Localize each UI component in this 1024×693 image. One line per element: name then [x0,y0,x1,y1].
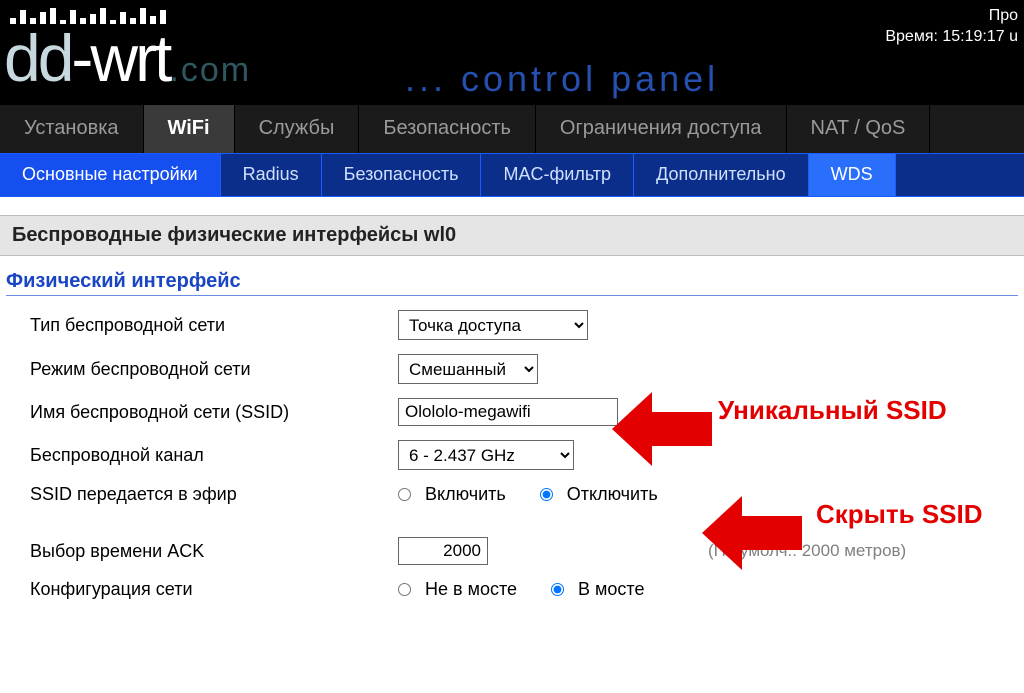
subtab-security[interactable]: Безопасность [322,154,482,196]
header-status: Про Время: 15:19:17 u [885,6,1018,48]
logo-com: .com [169,51,251,89]
status-time: Время: 15:19:17 u [885,27,1018,48]
subtab-basic-settings[interactable]: Основные настройки [0,154,221,196]
netconf-bridged-text: В мосте [578,579,644,600]
ssid-broadcast-on-text: Включить [425,484,506,505]
subtab-mac-filter[interactable]: MAC-фильтр [481,154,634,196]
subsection-title: Физический интерфейс [6,270,1018,296]
main-tabs: Установка WiFi Службы Безопасность Огран… [0,105,1024,153]
tab-setup[interactable]: Установка [0,105,144,153]
logo-dd: dd [4,21,71,95]
sub-tabs: Основные настройки Radius Безопасность M… [0,153,1024,197]
logo-subtitle: ... control panel [405,58,719,100]
ssid-broadcast-label: SSID передается в эфир [30,484,398,505]
logo-wrt: -wrt [71,21,169,95]
wireless-type-label: Тип беспроводной сети [30,315,398,336]
netconf-unbridged-radio[interactable] [398,583,411,596]
wireless-mode-select[interactable]: Смешанный [398,354,538,384]
ssid-broadcast-off-text: Отключить [567,484,658,505]
content: Беспроводные физические интерфейсы wl0 Ф… [0,215,1024,600]
header: dd-wrt.com ... control panel Про Время: … [0,0,1024,105]
tab-access-restrictions[interactable]: Ограничения доступа [536,105,787,153]
ack-default-note: (По умолч.: 2000 метров) [708,541,906,561]
subtab-wds[interactable]: WDS [809,154,896,196]
wireless-type-select[interactable]: Точка доступа [398,310,588,340]
tab-wifi[interactable]: WiFi [144,105,235,153]
ssid-broadcast-off-radio[interactable] [540,488,553,501]
status-line-1: Про [885,6,1018,27]
ack-label: Выбор времени ACK [30,541,398,562]
channel-select[interactable]: 6 - 2.437 GHz [398,440,574,470]
subtab-advanced[interactable]: Дополнительно [634,154,809,196]
netconf-label: Конфигурация сети [30,579,398,600]
tab-nat-qos[interactable]: NAT / QoS [787,105,931,153]
logo-text: dd-wrt.com [4,20,251,96]
tab-security[interactable]: Безопасность [359,105,536,153]
tab-services[interactable]: Службы [235,105,360,153]
channel-label: Беспроводной канал [30,445,398,466]
ssid-label: Имя беспроводной сети (SSID) [30,402,398,423]
ssid-broadcast-on-radio[interactable] [398,488,411,501]
ack-input[interactable] [398,537,488,565]
netconf-unbridged-text: Не в мосте [425,579,517,600]
ssid-input[interactable] [398,398,618,426]
form-area: Тип беспроводной сети Точка доступа Режи… [0,310,1024,600]
section-title: Беспроводные физические интерфейсы wl0 [0,215,1024,256]
subtab-radius[interactable]: Radius [221,154,322,196]
wireless-mode-label: Режим беспроводной сети [30,359,398,380]
netconf-bridged-radio[interactable] [551,583,564,596]
